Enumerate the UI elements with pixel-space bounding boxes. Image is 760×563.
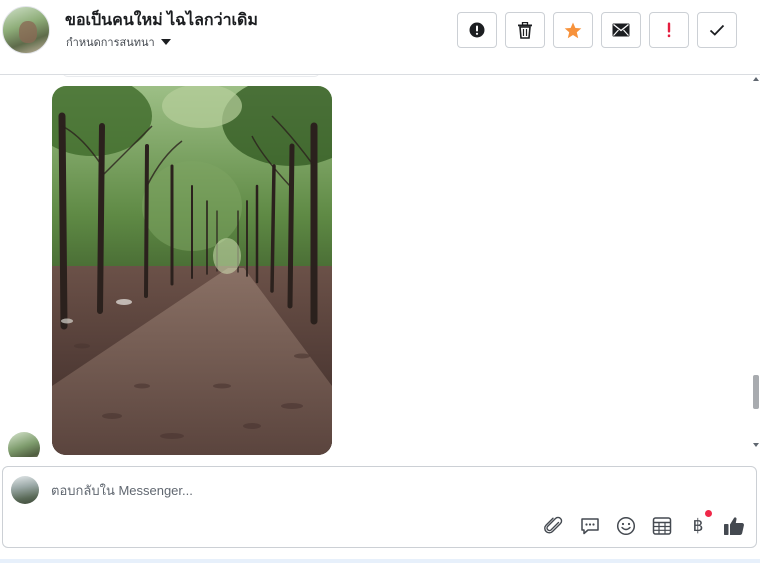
star-icon bbox=[564, 22, 582, 38]
done-button[interactable] bbox=[697, 12, 737, 48]
conversation-panel: ขอเป็นคนใหม่ ไฉไลกว่าเดิม กำหนดการสนทนา bbox=[0, 0, 760, 563]
page-avatar bbox=[11, 476, 39, 504]
assign-conversation-dropdown[interactable]: กำหนดการสนทนา bbox=[66, 33, 171, 51]
trash-icon bbox=[518, 21, 532, 39]
attach-file-button[interactable] bbox=[543, 515, 565, 537]
photo-attachment[interactable] bbox=[52, 86, 332, 455]
paperclip-icon bbox=[544, 516, 563, 534]
spam-button[interactable] bbox=[457, 12, 497, 48]
scroll-up-arrow-icon[interactable] bbox=[753, 77, 759, 81]
scroll-down-arrow-icon[interactable] bbox=[753, 443, 759, 447]
mark-unread-button[interactable] bbox=[601, 12, 641, 48]
baht-icon: ฿ bbox=[692, 515, 704, 536]
calendar-table-icon bbox=[652, 517, 672, 535]
like-button[interactable] bbox=[723, 515, 745, 537]
notification-dot bbox=[705, 510, 712, 517]
thumbs-up-icon bbox=[724, 517, 744, 535]
header-actions bbox=[457, 12, 737, 48]
payment-button[interactable]: ฿ bbox=[687, 510, 712, 537]
exclamation-circle-icon bbox=[469, 22, 485, 38]
contact-avatar[interactable] bbox=[2, 6, 50, 54]
exclamation-icon bbox=[667, 22, 671, 38]
conversation-header: ขอเป็นคนใหม่ ไฉไลกว่าเดิม กำหนดการสนทนา bbox=[0, 0, 760, 75]
thread-scrollbar[interactable] bbox=[752, 75, 760, 457]
rubber-plantation-photo bbox=[52, 86, 332, 455]
check-icon bbox=[709, 24, 725, 36]
sender-avatar[interactable] bbox=[8, 432, 40, 457]
smiley-icon bbox=[616, 516, 636, 536]
composer-tools: ฿ bbox=[543, 510, 745, 537]
follow-up-button[interactable] bbox=[649, 12, 689, 48]
saved-replies-button[interactable] bbox=[579, 515, 601, 537]
delete-button[interactable] bbox=[505, 12, 545, 48]
star-button[interactable] bbox=[553, 12, 593, 48]
caret-down-icon bbox=[160, 39, 171, 45]
reply-composer: ฿ bbox=[2, 466, 757, 548]
reply-input[interactable] bbox=[51, 479, 651, 501]
message-thread[interactable] bbox=[0, 75, 752, 457]
scrollbar-thumb[interactable] bbox=[753, 375, 759, 409]
previous-message-edge bbox=[62, 75, 320, 77]
window-bottom-edge bbox=[0, 559, 760, 563]
emoji-button[interactable] bbox=[615, 515, 637, 537]
speech-bubble-icon bbox=[581, 518, 599, 535]
appointment-button[interactable] bbox=[651, 515, 673, 537]
envelope-icon bbox=[612, 23, 630, 37]
assign-conversation-label: กำหนดการสนทนา bbox=[66, 37, 155, 49]
contact-name[interactable]: ขอเป็นคนใหม่ ไฉไลกว่าเดิม bbox=[65, 8, 258, 33]
